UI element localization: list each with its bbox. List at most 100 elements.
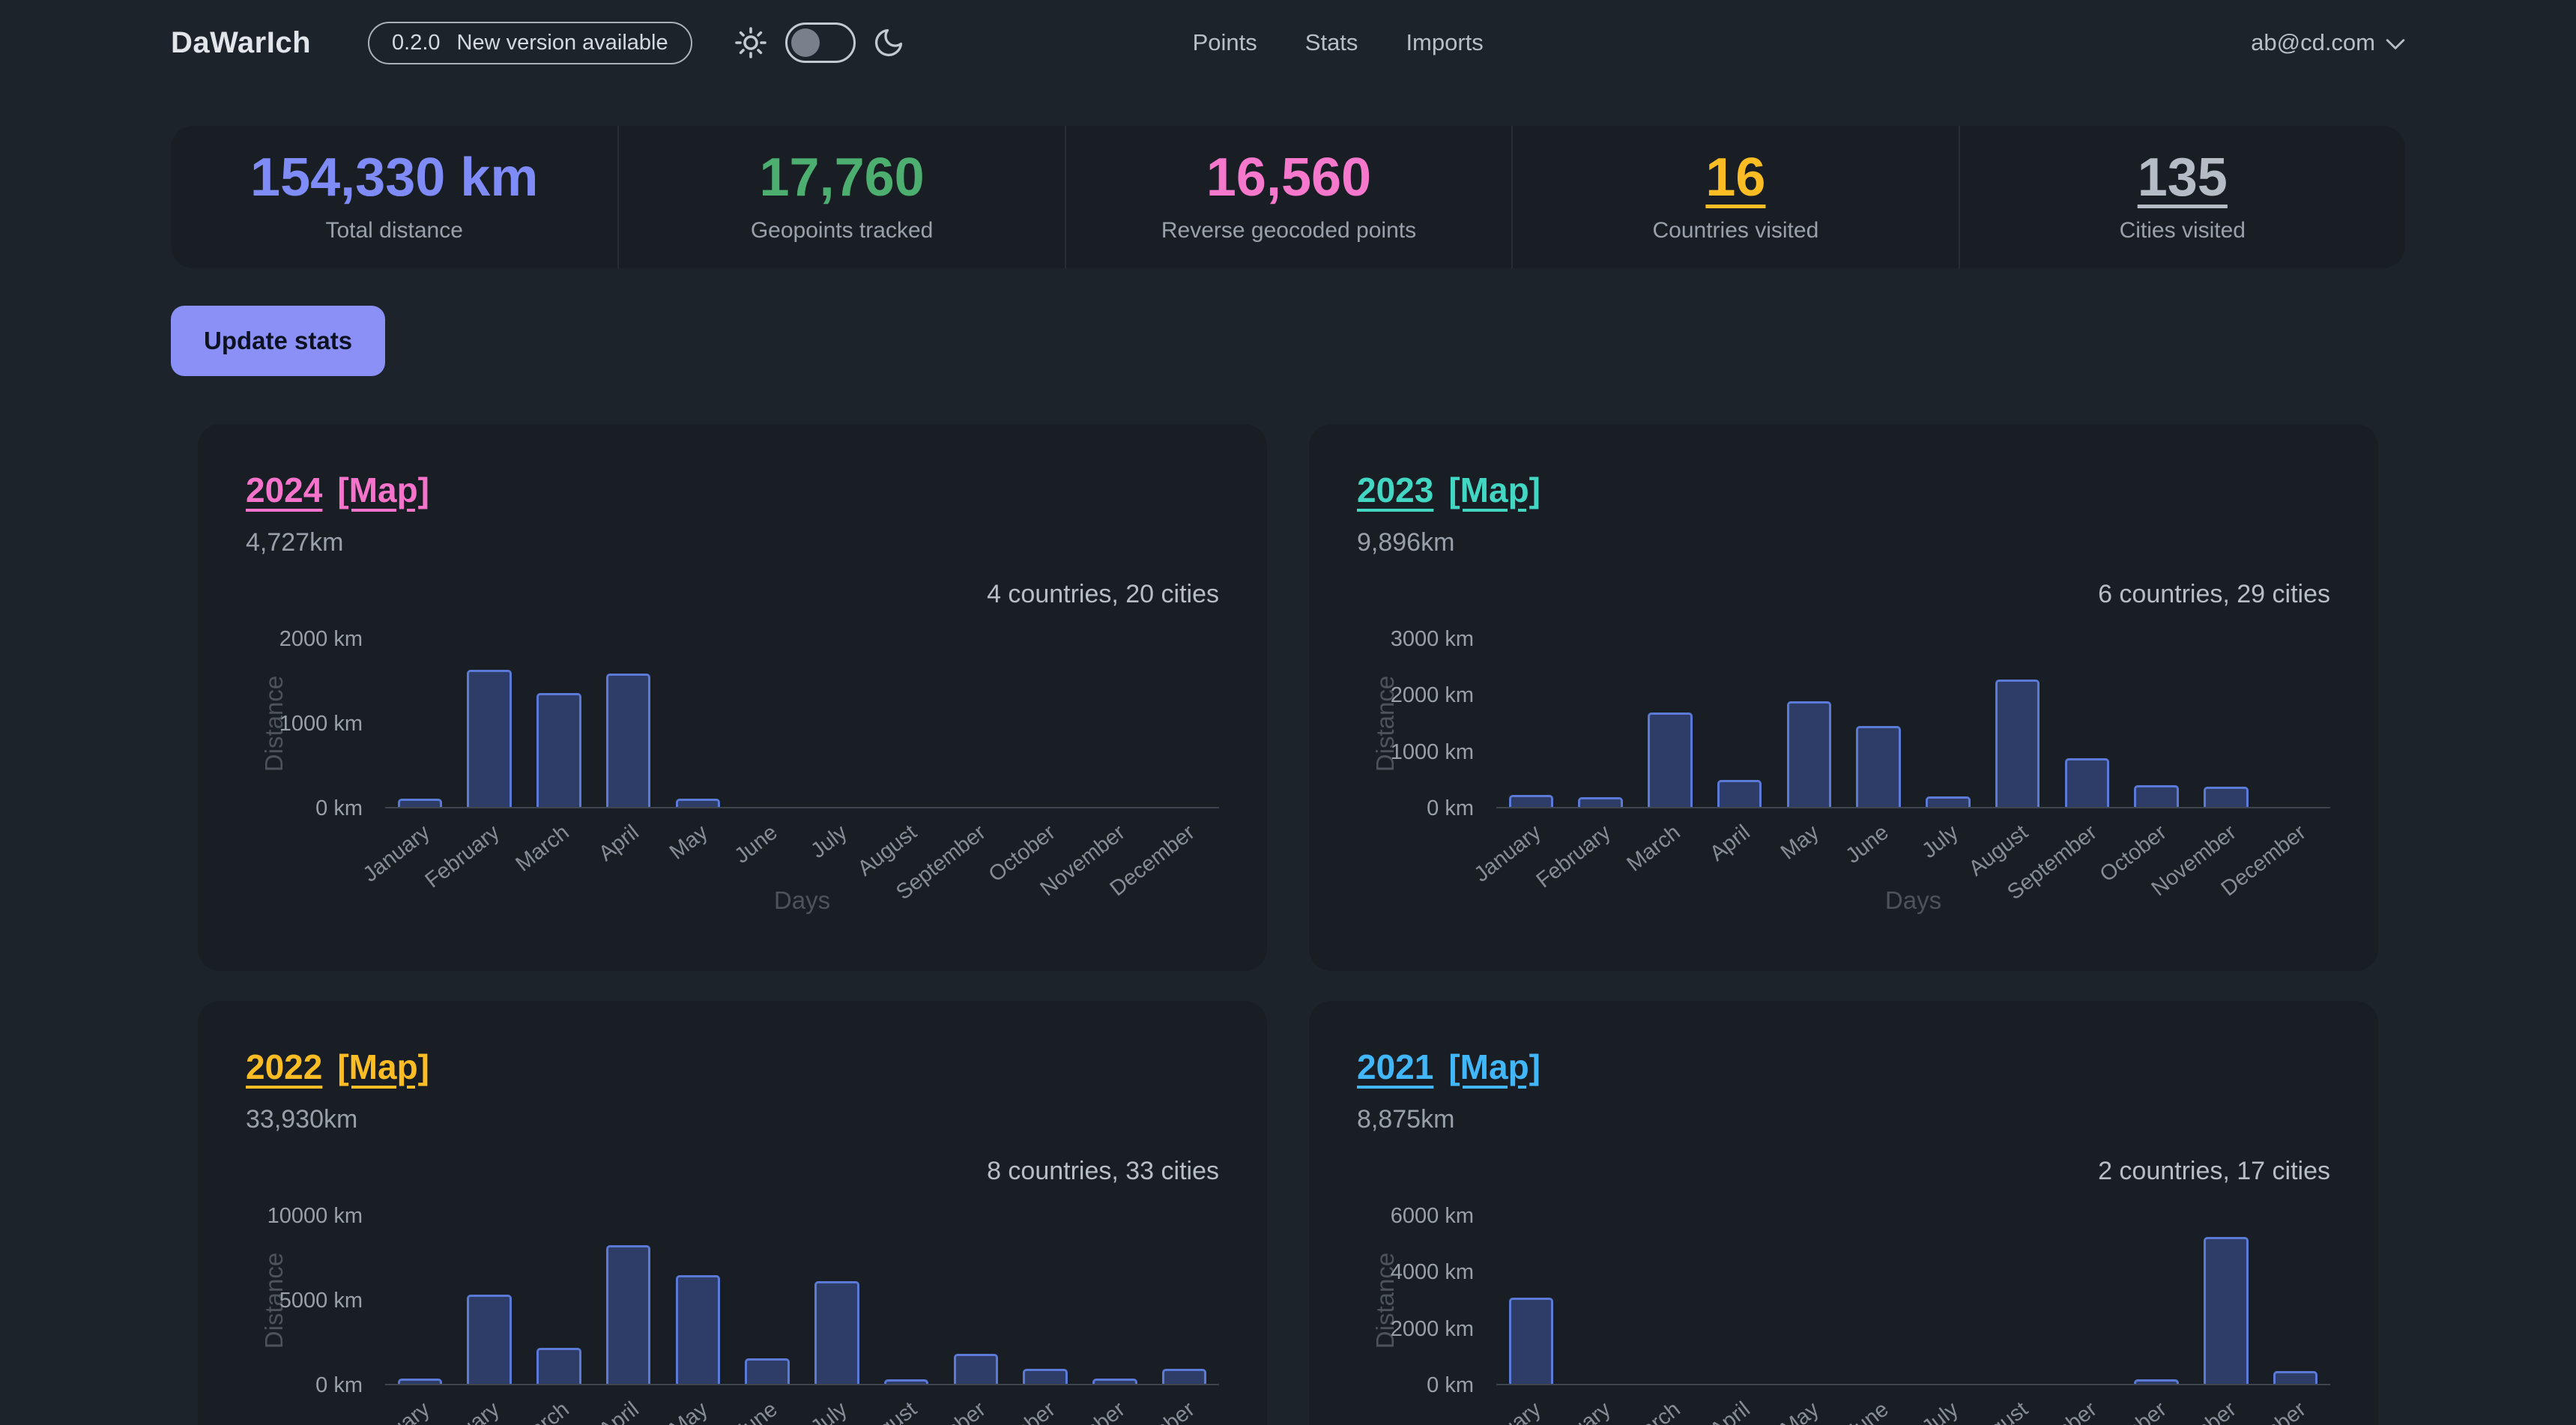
x-axis-title: Days	[1496, 886, 2330, 915]
bar-slot-march	[1636, 1216, 1705, 1384]
card-title: 2023 [Map]	[1357, 471, 2330, 510]
x-axis-label-june: June	[1842, 820, 1894, 869]
y-axis-tick: 2000 km	[246, 628, 363, 650]
nav-link-imports[interactable]: Imports	[1406, 29, 1483, 56]
map-link-2024[interactable]: [Map]	[337, 471, 429, 509]
y-axis-tick: 3000 km	[1357, 628, 1474, 650]
bar-slot-december	[2261, 1216, 2330, 1384]
bar-slot-september	[2052, 1216, 2122, 1384]
bar-slot-october	[1011, 1216, 1080, 1384]
x-axis-label-july: July	[806, 1397, 852, 1425]
year-distance: 9,896km	[1357, 528, 2330, 557]
bar-slot-december	[1149, 639, 1219, 807]
bar-slot-july	[802, 639, 872, 807]
bar-march	[536, 693, 581, 807]
distance-bar-chart-2022: Distance0 km5000 km10000 kmJanuaryFebrua…	[246, 1216, 1219, 1425]
map-link-2023[interactable]: [Map]	[1448, 471, 1541, 509]
map-link-2022[interactable]: [Map]	[337, 1047, 429, 1086]
version-badge[interactable]: 0.2.0 New version available	[368, 22, 692, 64]
x-axis-label-march: March	[1622, 1397, 1685, 1425]
year-link-2023[interactable]: 2023	[1357, 471, 1433, 509]
year-card-2022: 2022[Map]33,930km8 countries, 33 citiesD…	[198, 1001, 1267, 1425]
bar-march	[1648, 712, 1692, 807]
year-link-2021[interactable]: 2021	[1357, 1047, 1433, 1086]
x-axis-label-june: June	[731, 1397, 783, 1425]
bar-june	[1856, 726, 1900, 807]
bar-august	[884, 1379, 928, 1384]
stat-total-distance: 154,330 kmTotal distance	[171, 126, 617, 268]
stat-value[interactable]: 135	[2138, 151, 2228, 205]
bar-march	[536, 1348, 581, 1383]
bar-november	[1092, 1379, 1137, 1384]
bar-april	[606, 1245, 650, 1384]
countries-cities-summary: 6 countries, 29 cities	[1357, 580, 2330, 609]
bar-september	[2065, 758, 2109, 806]
bar-slot-may	[663, 639, 733, 807]
bar-slot-july	[1914, 639, 1983, 807]
bar-april	[1717, 780, 1762, 807]
plot-area	[385, 1216, 1219, 1385]
bar-slot-april	[593, 639, 663, 807]
stat-cities-visited: 135Cities visited	[1959, 126, 2405, 268]
bar-january	[1509, 795, 1553, 807]
x-axis-label-february: February	[1532, 820, 1616, 893]
bar-slot-september	[941, 1216, 1011, 1384]
y-axis-tick: 5000 km	[246, 1289, 363, 1312]
countries-cities-summary: 4 countries, 20 cities	[246, 580, 1219, 609]
theme-toggle[interactable]	[785, 22, 856, 63]
bar-slot-september	[941, 639, 1011, 807]
y-axis-tick: 6000 km	[1357, 1205, 1474, 1227]
top-navbar: DaWarIch 0.2.0 New version available	[171, 0, 2405, 85]
year-link-2022[interactable]: 2022	[246, 1047, 322, 1086]
card-title: 2022 [Map]	[246, 1047, 1219, 1087]
bar-slot-august	[1983, 1216, 2052, 1384]
bar-slot-october	[1011, 639, 1080, 807]
bar-slot-may	[663, 1216, 733, 1384]
new-version-label: New version available	[457, 31, 668, 55]
app-logo: DaWarIch	[171, 26, 311, 60]
year-distance: 33,930km	[246, 1105, 1219, 1134]
x-axis-label-october: October	[985, 1397, 1061, 1425]
x-axis-label-july: July	[1917, 1397, 1963, 1425]
user-menu[interactable]: ab@cd.com	[2251, 29, 2405, 56]
update-stats-button[interactable]: Update stats	[171, 306, 385, 376]
x-axis-label-october: October	[2096, 1397, 2172, 1425]
x-axis-label-may: May	[1777, 1397, 1824, 1425]
nav-link-points[interactable]: Points	[1193, 29, 1257, 56]
bar-slot-april	[1705, 639, 1774, 807]
y-axis-tick: 0 km	[246, 1374, 363, 1397]
x-axis-label-may: May	[1777, 820, 1824, 865]
year-link-2024[interactable]: 2024	[246, 471, 322, 509]
sun-icon	[733, 25, 769, 61]
bar-slot-january	[385, 1216, 455, 1384]
bar-slot-april	[1705, 1216, 1774, 1384]
bar-slot-august	[871, 639, 941, 807]
x-axis-label-april: April	[594, 820, 644, 867]
y-axis-tick: 1000 km	[1357, 741, 1474, 763]
year-card-2021: 2021[Map]8,875km2 countries, 17 citiesDi…	[1309, 1001, 2378, 1425]
bar-slot-september	[2052, 639, 2122, 807]
year-distance: 4,727km	[246, 528, 1219, 557]
distance-bar-chart-2021: Distance0 km2000 km4000 km6000 kmJanuary…	[1357, 1216, 2330, 1425]
bar-february	[467, 670, 511, 807]
bar-october	[2134, 1379, 2178, 1384]
bar-slot-march	[1636, 639, 1705, 807]
bar-july	[814, 1281, 859, 1384]
y-axis-tick: 0 km	[1357, 797, 1474, 820]
bar-slot-april	[593, 1216, 663, 1384]
x-axis-title: Days	[385, 886, 1219, 915]
map-link-2021[interactable]: [Map]	[1448, 1047, 1541, 1086]
bar-slot-may	[1774, 1216, 1844, 1384]
nav-link-stats[interactable]: Stats	[1305, 29, 1358, 56]
bar-slot-november	[2192, 1216, 2261, 1384]
x-axis-label-january: January	[359, 1397, 435, 1425]
bar-slot-july	[802, 1216, 872, 1384]
x-axis-label-april: April	[1705, 820, 1755, 867]
bar-slot-october	[2122, 639, 2192, 807]
card-title: 2021 [Map]	[1357, 1047, 2330, 1087]
bar-slot-december	[1149, 1216, 1219, 1384]
stat-value[interactable]: 16	[1705, 151, 1765, 205]
bar-january	[1509, 1298, 1553, 1384]
y-axis-tick: 1000 km	[246, 712, 363, 735]
bar-slot-june	[733, 1216, 802, 1384]
